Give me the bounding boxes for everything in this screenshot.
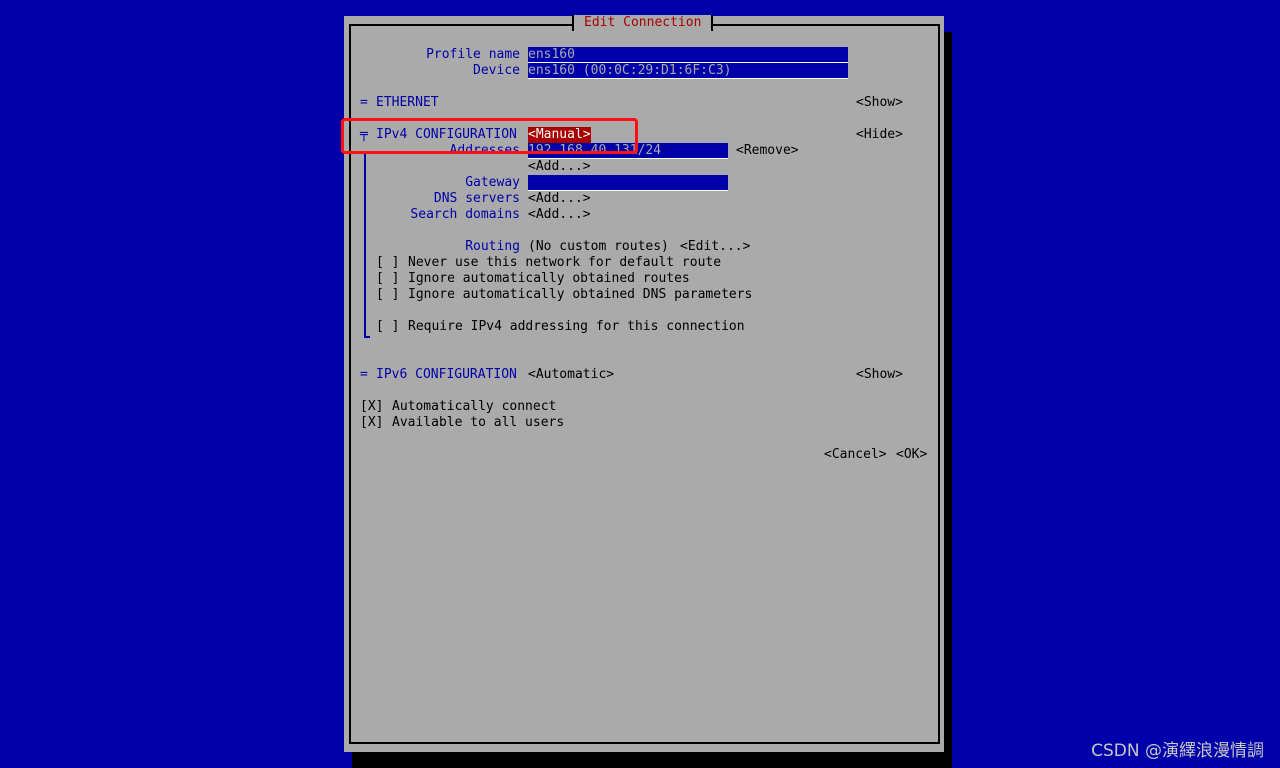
dialog-title: Edit Connection xyxy=(572,15,714,31)
auto-connect-checkbox[interactable]: [X] xyxy=(360,399,383,415)
auto-connect-label: Automatically connect xyxy=(392,399,557,414)
ipv6-marker: = xyxy=(360,367,368,382)
dns-servers-label: DNS servers xyxy=(433,191,520,206)
require-ipv4-label: Require IPv4 addressing for this connect… xyxy=(408,319,745,334)
routing-label: Routing xyxy=(465,239,520,254)
watermark: CSDN @演繹浪漫情調 xyxy=(1091,741,1264,761)
never-default-label: Never use this network for default route xyxy=(408,255,722,270)
all-users-label: Available to all users xyxy=(392,415,565,430)
ipv4-section-line-end xyxy=(364,336,370,338)
ignore-dns-checkbox[interactable]: [ ] xyxy=(376,287,399,303)
ignore-routes-label: Ignore automatically obtained routes xyxy=(408,271,690,286)
ethernet-show-button[interactable]: <Show> xyxy=(856,95,903,111)
never-default-checkbox[interactable]: [ ] xyxy=(376,255,399,271)
require-ipv4-checkbox[interactable]: [ ] xyxy=(376,319,399,335)
gateway-label: Gateway xyxy=(465,175,520,190)
ignore-dns-label: Ignore automatically obtained DNS parame… xyxy=(408,287,753,302)
gateway-input[interactable] xyxy=(528,175,728,191)
cancel-button[interactable]: <Cancel> xyxy=(824,447,887,463)
ethernet-marker: = xyxy=(360,95,368,110)
edit-routes-button[interactable]: <Edit...> xyxy=(680,239,750,255)
ipv6-show-button[interactable]: <Show> xyxy=(856,367,903,383)
profile-name-label: Profile name xyxy=(426,47,520,62)
ipv6-section-label: IPv6 CONFIGURATION xyxy=(376,367,517,382)
routing-value: (No custom routes) xyxy=(528,239,669,254)
device-label: Device xyxy=(473,63,520,78)
add-address-button[interactable]: <Add...> xyxy=(528,159,591,175)
remove-address-button[interactable]: <Remove> xyxy=(736,143,799,159)
add-search-domain-button[interactable]: <Add...> xyxy=(528,207,591,223)
all-users-checkbox[interactable]: [X] xyxy=(360,415,383,431)
ok-button[interactable]: <OK> xyxy=(896,447,927,463)
ignore-routes-checkbox[interactable]: [ ] xyxy=(376,271,399,287)
search-domains-label: Search domains xyxy=(410,207,520,222)
add-dns-button[interactable]: <Add...> xyxy=(528,191,591,207)
ipv6-mode-dropdown[interactable]: <Automatic> xyxy=(528,367,614,383)
ethernet-section-label: ETHERNET xyxy=(376,95,439,110)
profile-name-input[interactable]: ens160 xyxy=(528,47,848,63)
ipv4-hide-button[interactable]: <Hide> xyxy=(856,127,903,143)
device-input[interactable]: ens160 (00:0C:29:D1:6F:C3) xyxy=(528,63,848,79)
red-highlight-box xyxy=(341,118,638,154)
